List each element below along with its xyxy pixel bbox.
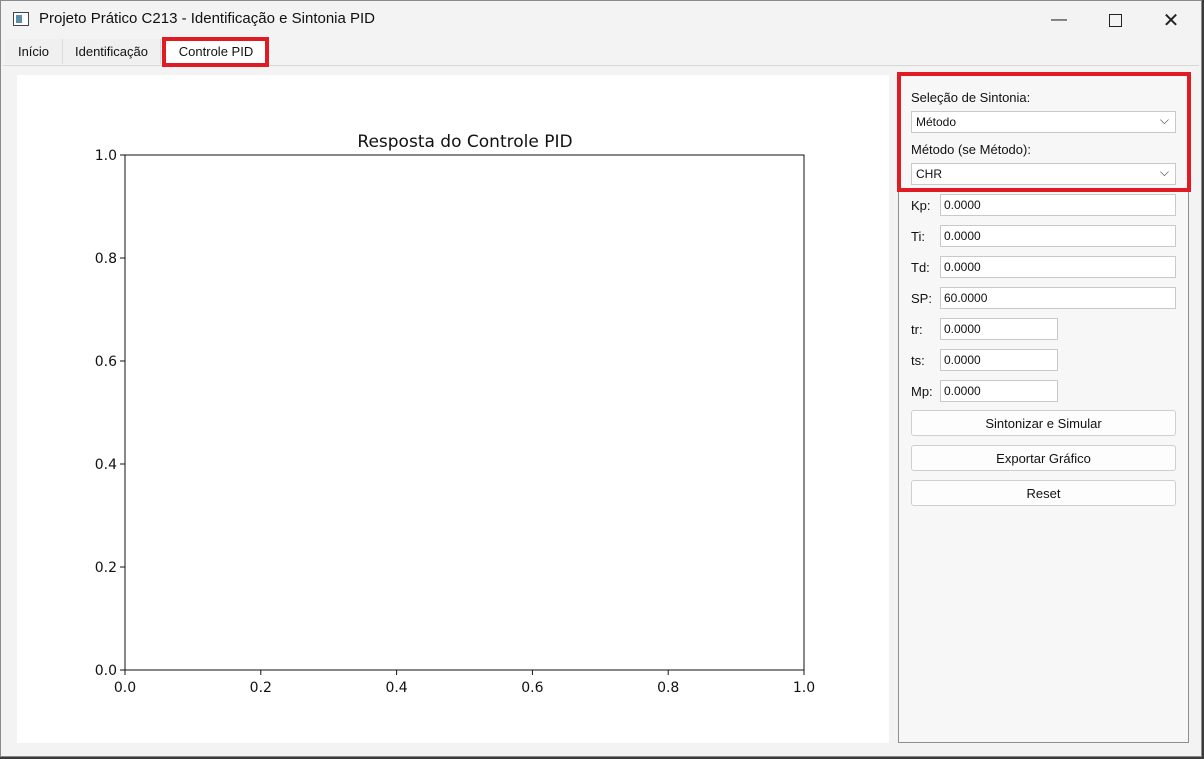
app-icon bbox=[13, 12, 29, 26]
mp-label: Mp: bbox=[911, 384, 933, 399]
app-window: Projeto Prático C213 - Identificação e S… bbox=[0, 0, 1202, 757]
close-button[interactable]: ✕ bbox=[1143, 1, 1199, 39]
tab-inicio[interactable]: Início bbox=[5, 39, 63, 64]
minimize-button[interactable]: — bbox=[1031, 1, 1087, 39]
x-tick-label: 0.6 bbox=[521, 680, 543, 696]
y-axis: 0.0 0.2 0.4 0.6 0.8 1.0 bbox=[95, 148, 125, 679]
sp-field[interactable]: 60.0000 bbox=[940, 287, 1176, 309]
maximize-button[interactable] bbox=[1087, 1, 1143, 39]
y-tick-label: 0.4 bbox=[95, 457, 117, 473]
kp-label: Kp: bbox=[911, 198, 931, 213]
ti-field[interactable]: 0.0000 bbox=[940, 225, 1176, 247]
x-axis: 0.0 0.2 0.4 0.6 0.8 1.0 bbox=[114, 670, 815, 696]
ti-label: Ti: bbox=[911, 229, 925, 244]
window-title: Projeto Prático C213 - Identificação e S… bbox=[39, 10, 376, 27]
ts-label: ts: bbox=[911, 353, 925, 368]
y-tick-label: 0.8 bbox=[95, 251, 117, 267]
pid-response-chart: Resposta do Controle PID 0.0 0.2 0.4 0.6 0.8… bbox=[95, 132, 815, 696]
tab-controle-pid[interactable]: Controle PID bbox=[163, 39, 269, 64]
mp-field[interactable]: 0.0000 bbox=[940, 380, 1058, 402]
maximize-icon bbox=[1108, 13, 1122, 27]
method-label: Método (se Método): bbox=[911, 142, 1031, 157]
td-label: Td: bbox=[911, 260, 930, 275]
plot-area: Resposta do Controle PID 0.0 0.2 0.4 0.6 0.8… bbox=[17, 75, 889, 743]
y-tick-label: 0.0 bbox=[95, 663, 117, 679]
control-panel: Seleção de Sintonia: Método ⌵ Método (se… bbox=[898, 75, 1189, 743]
method-combo[interactable]: CHR ⌵ bbox=[911, 163, 1176, 185]
chevron-down-icon: ⌵ bbox=[1159, 113, 1169, 127]
x-tick-label: 0.0 bbox=[114, 680, 136, 696]
export-chart-button[interactable]: Exportar Gráfico bbox=[911, 445, 1176, 471]
chevron-down-icon: ⌵ bbox=[1159, 165, 1169, 179]
method-value: CHR bbox=[916, 167, 942, 181]
ts-field[interactable]: 0.0000 bbox=[940, 349, 1058, 371]
y-tick-label: 0.6 bbox=[95, 354, 117, 370]
close-icon: ✕ bbox=[1162, 9, 1180, 32]
reset-button[interactable]: Reset bbox=[911, 480, 1176, 506]
selection-value: Método bbox=[916, 115, 957, 129]
selection-label: Seleção de Sintonia: bbox=[911, 90, 1031, 105]
plot-frame bbox=[124, 154, 805, 671]
selection-combo[interactable]: Método ⌵ bbox=[911, 111, 1176, 133]
x-tick-label: 1.0 bbox=[793, 680, 815, 696]
x-tick-label: 0.2 bbox=[250, 680, 272, 696]
tab-bar: Início Identificação Controle PID bbox=[3, 39, 1199, 66]
y-tick-label: 1.0 bbox=[95, 148, 117, 164]
tune-simulate-button[interactable]: Sintonizar e Simular bbox=[911, 410, 1176, 436]
sp-label: SP: bbox=[911, 291, 932, 306]
x-tick-label: 0.8 bbox=[657, 680, 679, 696]
td-field[interactable]: 0.0000 bbox=[940, 256, 1176, 278]
y-tick-label: 0.2 bbox=[95, 560, 117, 576]
tr-field[interactable]: 0.0000 bbox=[940, 318, 1058, 340]
title-bar: Projeto Prático C213 - Identificação e S… bbox=[1, 1, 1201, 39]
tab-identificacao[interactable]: Identificação bbox=[63, 39, 161, 64]
minimize-icon: — bbox=[1051, 11, 1067, 28]
kp-field[interactable]: 0.0000 bbox=[940, 194, 1176, 216]
x-tick-label: 0.4 bbox=[385, 680, 407, 696]
chart-title: Resposta do Controle PID bbox=[357, 132, 572, 152]
tr-label: tr: bbox=[911, 322, 923, 337]
